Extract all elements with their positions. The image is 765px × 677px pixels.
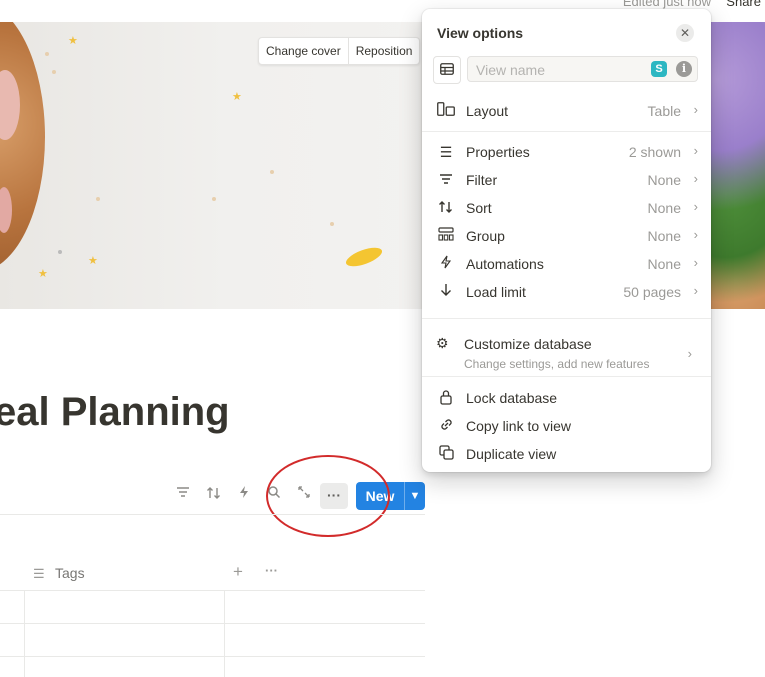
gear-icon: ⚙ [436, 335, 449, 351]
column-border [224, 590, 225, 677]
divider [422, 131, 711, 132]
menu-item-label: Load limit [466, 284, 526, 300]
menu-item-label: Duplicate view [466, 446, 557, 462]
sprinkle [212, 197, 216, 201]
menu-item-value: None [647, 200, 681, 216]
table-row-border [0, 656, 425, 657]
menu-item-label: Automations [466, 256, 544, 272]
view-options-panel: View options ✕ S i Layout Table › ☰ Prop… [422, 9, 711, 472]
divider [422, 318, 711, 319]
close-icon[interactable]: ✕ [676, 24, 694, 42]
sprinkle [58, 250, 62, 254]
star-sprinkle: ★ [38, 268, 48, 280]
share-button[interactable]: Share [726, 0, 761, 9]
menu-item-value: None [647, 256, 681, 272]
menu-item-label: Copy link to view [466, 418, 572, 434]
filter-icon [437, 171, 455, 189]
list-icon: ☰ [33, 566, 45, 581]
table-row-border [0, 590, 425, 591]
chevron-right-icon: › [693, 143, 698, 158]
star-sprinkle: ★ [232, 91, 242, 103]
table-row-border [0, 623, 425, 624]
menu-item-description: Change settings, add new features [464, 357, 650, 371]
star-sprinkle: ★ [88, 255, 98, 267]
menu-item-value: 50 pages [623, 284, 681, 300]
menu-item-properties[interactable]: ☰ Properties 2 shown › [428, 138, 705, 166]
chevron-right-icon: › [693, 102, 698, 117]
chevron-right-icon: › [693, 171, 698, 186]
sprinkle [96, 197, 100, 201]
panel-title: View options [437, 25, 524, 41]
menu-item-sort[interactable]: Sort None › [428, 194, 705, 222]
cookie-decoration [0, 22, 45, 272]
sprinkle [330, 222, 334, 226]
layout-icon [437, 102, 455, 120]
properties-list-icon: ☰ [439, 144, 453, 160]
add-property-icon[interactable]: + [233, 562, 243, 582]
sprinkle [45, 52, 49, 56]
lock-icon [437, 389, 455, 407]
menu-item-label: Layout [466, 103, 509, 119]
chevron-down-icon[interactable]: ▼ [405, 482, 425, 510]
link-icon [437, 417, 455, 435]
chevron-right-icon: › [693, 227, 698, 242]
star-sprinkle: ★ [68, 35, 78, 47]
info-icon[interactable]: i [676, 61, 692, 77]
menu-item-label: Properties [466, 144, 530, 160]
filter-icon[interactable] [173, 485, 193, 505]
lightning-bolt-icon [437, 255, 455, 273]
annotation-circle [266, 455, 390, 537]
divider [422, 376, 711, 377]
cover-controls: Change cover Reposition [258, 37, 421, 65]
chevron-right-icon: › [693, 199, 698, 214]
sprinkle [270, 170, 274, 174]
leaf-decoration [343, 243, 385, 271]
menu-item-layout[interactable]: Layout Table › [428, 97, 705, 125]
chevron-right-icon: › [693, 283, 698, 298]
menu-item-customize-database[interactable]: ⚙ Customize database Change settings, ad… [428, 329, 705, 377]
menu-item-group[interactable]: Group None › [428, 222, 705, 250]
view-name-input[interactable] [474, 61, 648, 79]
menu-item-label: Group [466, 228, 505, 244]
automation-bolt-icon[interactable] [234, 485, 254, 505]
sort-icon[interactable] [204, 485, 224, 505]
menu-item-value: None [647, 172, 681, 188]
menu-item-automations[interactable]: Automations None › [428, 250, 705, 278]
column-header-tags[interactable]: Tags [55, 565, 85, 581]
menu-item-value: 2 shown [628, 144, 681, 160]
chevron-right-icon: › [693, 255, 698, 270]
edited-status: Edited just now [622, 0, 711, 9]
divider [0, 514, 425, 515]
table-view-icon[interactable] [433, 56, 461, 84]
column-border [24, 590, 25, 677]
change-cover-button[interactable]: Change cover [259, 38, 348, 64]
sprinkle [52, 70, 56, 74]
menu-item-filter[interactable]: Filter None › [428, 166, 705, 194]
menu-item-label: Sort [466, 200, 492, 216]
duplicate-icon [437, 445, 455, 463]
arrow-down-icon [437, 283, 455, 301]
menu-item-label: Filter [466, 172, 498, 188]
s-logo-icon: S [651, 61, 667, 77]
menu-item-lock-database[interactable]: Lock database [428, 384, 705, 412]
menu-item-label: Customize database [464, 336, 592, 352]
page-title[interactable]: eal Planning [0, 390, 230, 435]
menu-item-duplicate-view[interactable]: Duplicate view [428, 440, 705, 468]
chevron-right-icon: › [687, 346, 692, 361]
table-header: ☰ Tags + ··· [0, 558, 425, 590]
menu-item-load-limit[interactable]: Load limit 50 pages › [428, 278, 705, 306]
menu-item-value: Table [647, 103, 681, 119]
menu-item-value: None [647, 228, 681, 244]
menu-item-copy-link[interactable]: Copy link to view [428, 412, 705, 440]
sort-icon [437, 199, 455, 217]
menu-item-label: Lock database [466, 390, 558, 406]
reposition-button[interactable]: Reposition [349, 38, 420, 64]
view-name-field: S i [467, 56, 698, 82]
group-icon [437, 227, 455, 245]
more-icon[interactable]: ··· [265, 563, 278, 578]
